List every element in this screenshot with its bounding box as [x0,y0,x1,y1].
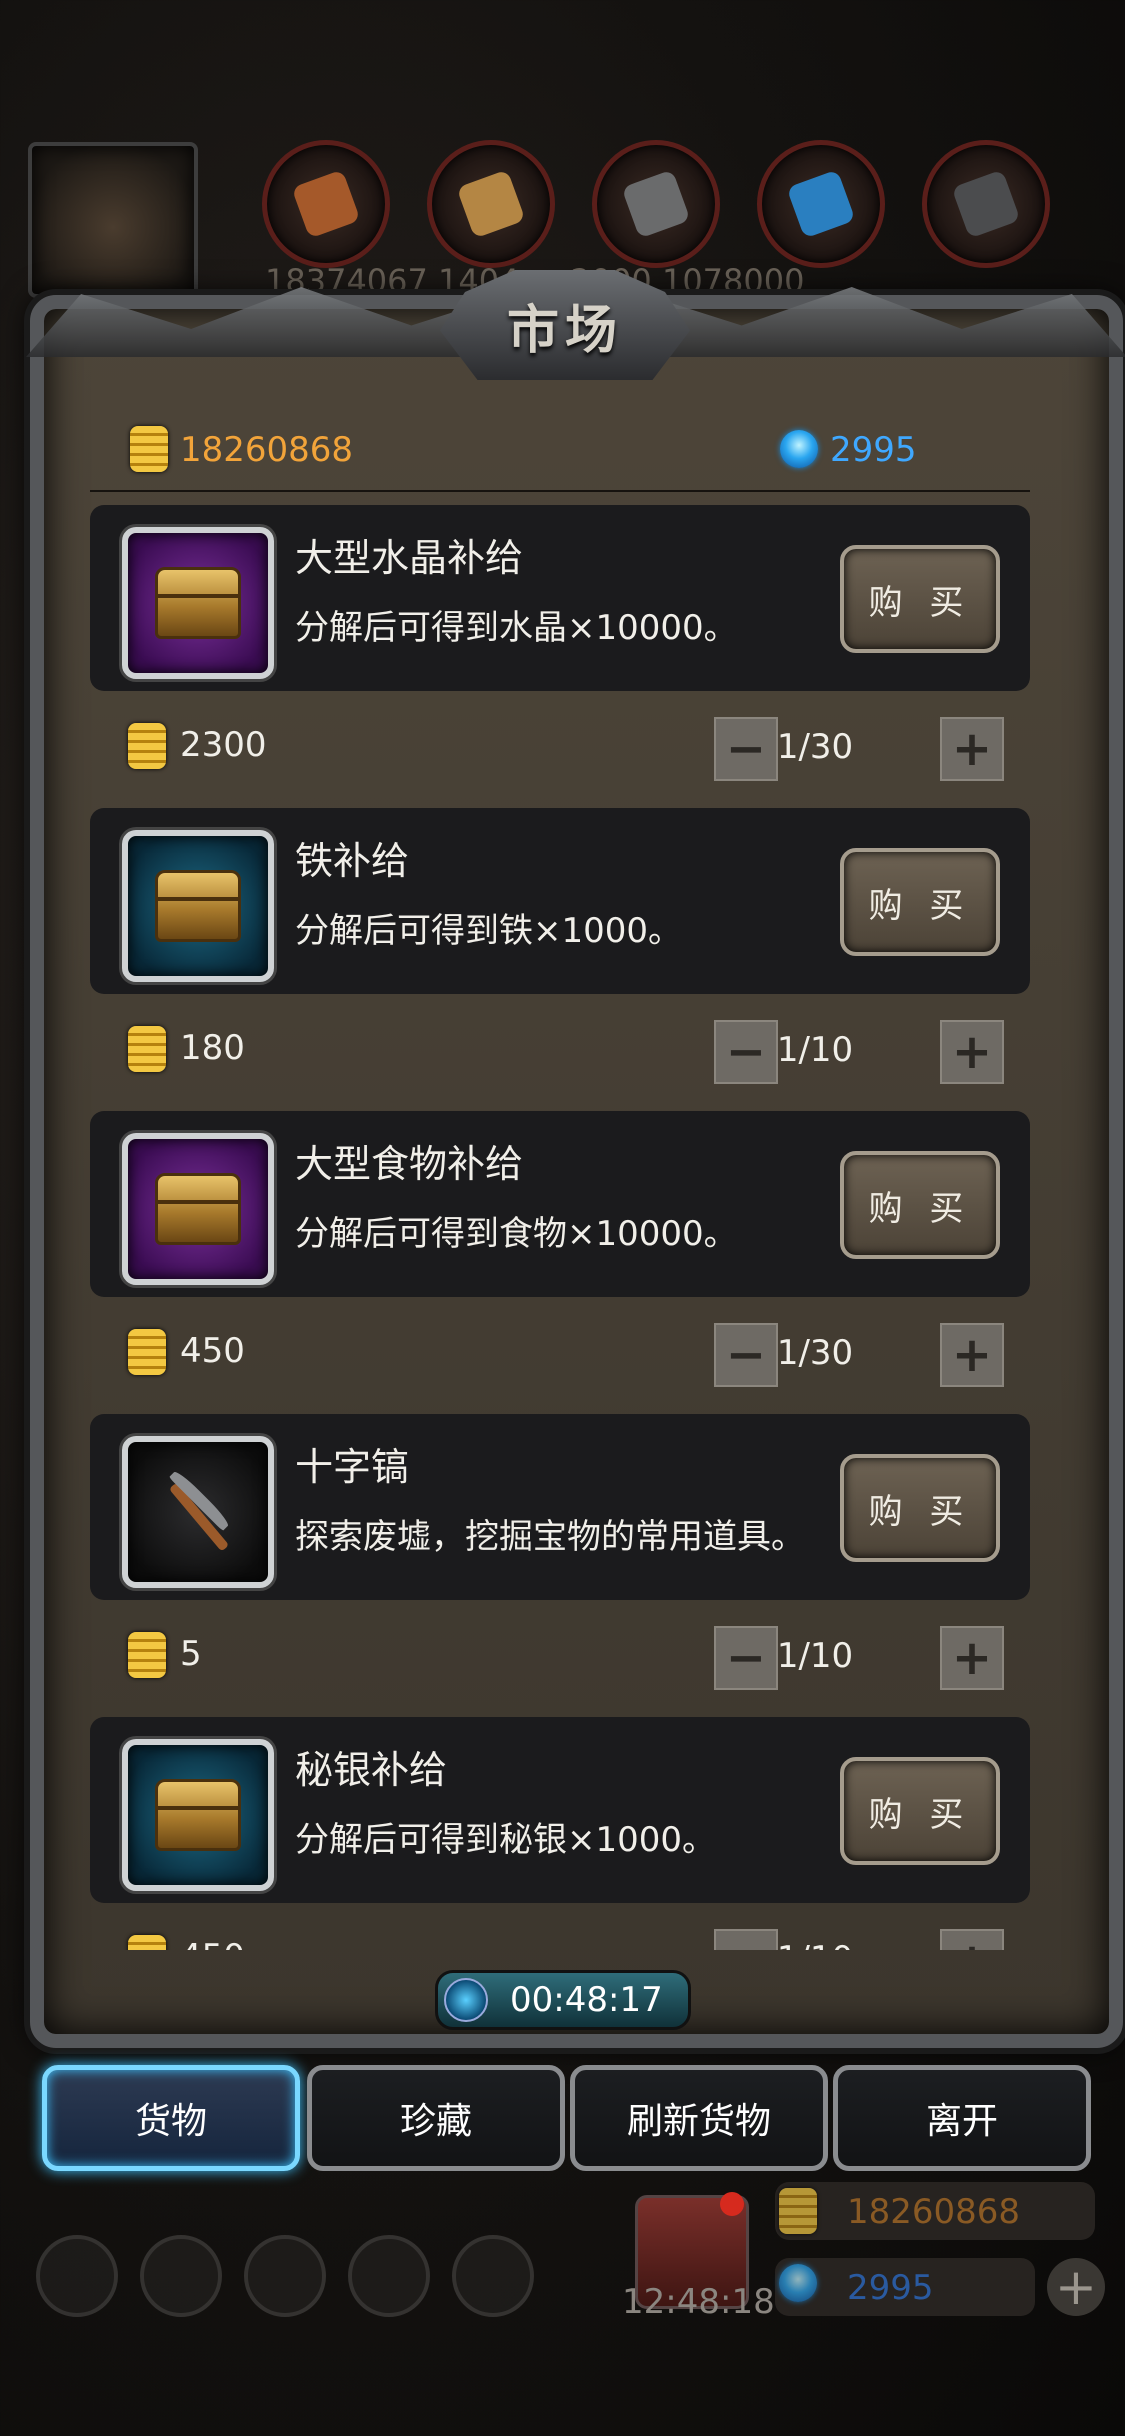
chest-icon [155,870,241,942]
market-title: 市场 [506,300,623,361]
item-card: 十字镐 探索废墟，挖掘宝物的常用道具。 购 买 [90,1414,1030,1600]
gem-icon [780,430,818,468]
divider [90,490,1030,492]
gold-coin-icon [128,1632,166,1678]
settings-icon[interactable] [36,2235,118,2317]
price-row: 450 − 1/30 + [90,1323,1030,1387]
stone-resource-icon[interactable] [592,140,720,268]
add-gems-button[interactable]: + [1047,2258,1105,2316]
gold-coin-icon [128,723,166,769]
market-item: 十字镐 探索废墟，挖掘宝物的常用道具。 购 买 5 − 1/10 + [90,1414,1030,1714]
chest-icon [155,1173,241,1245]
item-thumbnail[interactable] [122,527,274,679]
item-card: 大型食物补给 分解后可得到食物×10000。 购 买 [90,1111,1030,1297]
price-row: 450 − 1/10 + [90,1929,1030,1950]
clock-icon [444,1978,488,2022]
gold-coin-icon [128,1026,166,1072]
item-description: 探索废墟，挖掘宝物的常用道具。 [295,1517,805,1557]
item-price: 5 [180,1634,202,1674]
market-currency-row: 18260868 2995 [120,420,1020,480]
item-description: 分解后可得到铁×1000。 [295,911,683,951]
increase-quantity-button[interactable]: + [940,1020,1004,1084]
player-avatar[interactable] [28,142,198,298]
iron-resource-icon[interactable] [922,140,1050,268]
chest-icon [155,567,241,639]
price-row: 2300 − 1/30 + [90,717,1030,781]
background-gold-bar: 18260868 [775,2182,1095,2240]
refresh-goods-button[interactable]: 刷新货物 [570,2065,828,2171]
market-item: 大型食物补给 分解后可得到食物×10000。 购 买 450 − 1/30 + [90,1111,1030,1411]
food-resource-icon[interactable] [262,140,390,268]
star-icon[interactable] [140,2235,222,2317]
item-card: 铁补给 分解后可得到铁×1000。 购 买 [90,808,1030,994]
leave-button[interactable]: 离开 [833,2065,1091,2171]
buy-button[interactable]: 购 买 [840,545,1000,653]
item-price: 450 [180,1937,245,1950]
item-name: 铁补给 [295,839,410,883]
increase-quantity-button[interactable]: + [940,1929,1004,1950]
buy-button[interactable]: 购 买 [840,1757,1000,1865]
price-row: 180 − 1/10 + [90,1020,1030,1084]
item-thumbnail[interactable] [122,1133,274,1285]
item-description: 分解后可得到秘银×1000。 [295,1820,717,1860]
item-price: 180 [180,1028,245,1068]
quantity-display: 1/30 [776,727,854,767]
market-title-plate: 市场 [440,270,690,380]
gold-coin-icon [128,1935,166,1950]
item-card: 秘银补给 分解后可得到秘银×1000。 购 买 [90,1717,1030,1903]
gold-coin-icon [779,2188,817,2234]
item-thumbnail[interactable] [122,830,274,982]
quantity-display: 1/30 [776,1333,854,1373]
background-gem-amount: 2995 [847,2268,934,2308]
item-name: 秘银补给 [295,1748,448,1792]
timer-text: 00:48:17 [510,1980,663,2020]
item-price: 2300 [180,725,267,765]
item-description: 分解后可得到食物×10000。 [295,1214,738,1254]
item-card: 大型水晶补给 分解后可得到水晶×10000。 购 买 [90,505,1030,691]
item-description: 分解后可得到水晶×10000。 [295,608,738,648]
handshake-icon[interactable] [452,2235,534,2317]
increase-quantity-button[interactable]: + [940,717,1004,781]
buy-button[interactable]: 购 买 [840,1151,1000,1259]
market-item: 大型水晶补给 分解后可得到水晶×10000。 购 买 2300 − 1/30 + [90,505,1030,805]
quantity-display: 1/10 [776,1636,854,1676]
item-price: 450 [180,1331,245,1371]
quantity-display: 1/10 [776,1030,854,1070]
pickaxe-icon [158,1468,238,1552]
buy-button[interactable]: 购 买 [840,1454,1000,1562]
gold-coin-icon [128,1329,166,1375]
refresh-timer: 00:48:17 [435,1970,691,2030]
market-item-list[interactable]: 大型水晶补给 分解后可得到水晶×10000。 购 买 2300 − 1/30 +… [90,505,1030,1950]
background-clock: 12:48:18 [622,2282,775,2322]
tab-goods[interactable]: 货物 [42,2065,300,2171]
gold-coin-icon [130,426,168,472]
chest-icon [155,1779,241,1851]
quantity-display: 1/10 [760,1939,870,1950]
ranking-icon[interactable] [244,2235,326,2317]
price-row: 5 − 1/10 + [90,1626,1030,1690]
market-gem-amount: 2995 [830,430,917,470]
background-gem-bar: 2995 [775,2258,1035,2316]
market-gold-amount: 18260868 [180,430,354,470]
increase-quantity-button[interactable]: + [940,1323,1004,1387]
item-thumbnail[interactable] [122,1436,274,1588]
item-name: 十字镐 [295,1445,410,1489]
gem-icon [779,2264,817,2302]
item-name: 大型水晶补给 [295,536,524,580]
increase-quantity-button[interactable]: + [940,1626,1004,1690]
buy-button[interactable]: 购 买 [840,848,1000,956]
background-gold-amount: 18260868 [847,2192,1021,2232]
market-item: 铁补给 分解后可得到铁×1000。 购 买 180 − 1/10 + [90,808,1030,1108]
crystal-resource-icon[interactable] [757,140,885,268]
item-thumbnail[interactable] [122,1739,274,1891]
wood-resource-icon[interactable] [427,140,555,268]
item-name: 大型食物补给 [295,1142,524,1186]
mail-icon[interactable] [348,2235,430,2317]
tab-collection[interactable]: 珍藏 [307,2065,565,2171]
notification-dot [720,2192,744,2216]
market-item: 秘银补给 分解后可得到秘银×1000。 购 买 450 − 1/10 + [90,1717,1030,1950]
